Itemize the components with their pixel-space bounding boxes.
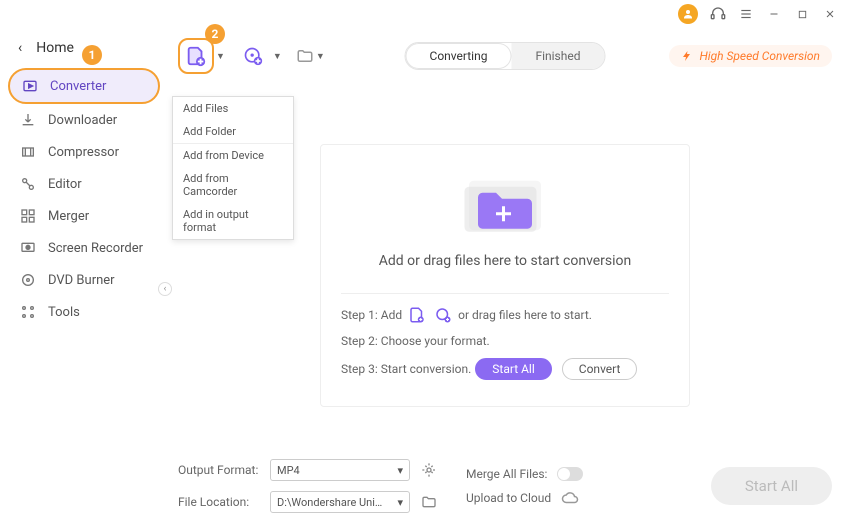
sidebar-item-label: DVD Burner [48,273,115,288]
hsc-label: High Speed Conversion [699,49,820,63]
add-dvd-caret-icon[interactable]: ▼ [273,51,282,62]
sidebar-item-merger[interactable]: Merger [8,200,160,232]
chevron-left-icon: ‹ [18,40,22,56]
menu-add-from-device[interactable]: Add from Device [173,144,293,167]
step1-prefix: Step 1: Add [341,308,402,322]
add-dvd-button[interactable] [235,38,271,74]
chevron-down-icon: ▾ [397,496,403,509]
maximize-icon[interactable] [794,6,810,22]
sidebar-item-label: Editor [48,177,82,192]
step-1: Step 1: Add or drag files here to start. [341,306,669,324]
merge-all-toggle[interactable] [557,467,583,481]
headset-icon[interactable] [710,6,726,22]
add-file-dropdown: Add Files Add Folder Add from Device Add… [172,96,294,240]
output-format-value: MP4 [277,464,300,477]
add-file-mini-icon[interactable] [408,306,426,324]
dvd-burner-icon [20,272,36,288]
callout-1: 1 [82,45,102,65]
step-3: Step 3: Start conversion. Start All Conv… [341,358,669,380]
tab-converting[interactable]: Converting [406,43,512,69]
step-2: Step 2: Choose your format. [341,334,669,348]
topbar: ▼ ▼ ▼ Converting Finished [178,28,832,84]
high-speed-conversion-badge[interactable]: High Speed Conversion [669,45,832,67]
main-panel: ▼ ▼ ▼ Converting Finished [168,28,850,525]
convert-pill-button[interactable]: Convert [562,358,638,380]
add-folder-caret-icon[interactable]: ▼ [316,51,325,62]
file-location-label: File Location: [178,495,260,509]
sidebar-item-downloader[interactable]: Downloader [8,104,160,136]
sidebar-item-label: Tools [48,305,80,320]
folder-plus-icon [460,169,550,239]
status-tabs: Converting Finished [405,42,606,70]
sidebar-item-label: Downloader [48,113,117,128]
settings-gear-icon[interactable] [420,461,438,479]
add-folder-button[interactable] [296,47,314,65]
menu-add-files[interactable]: Add Files [173,97,293,120]
tab-finished[interactable]: Finished [511,43,604,69]
tools-icon [20,304,36,320]
minimize-icon[interactable] [766,6,782,22]
add-file-caret-icon[interactable]: ▼ [216,51,225,62]
output-format-select[interactable]: MP4 ▾ [270,459,410,481]
step1-suffix: or drag files here to start. [458,308,592,322]
start-all-button[interactable]: Start All [711,467,832,505]
editor-icon [20,176,36,192]
chevron-down-icon: ▾ [397,464,403,477]
merge-all-label: Merge All Files: [466,467,547,481]
dropzone-message: Add or drag files here to start conversi… [341,253,669,269]
menu-add-from-camcorder[interactable]: Add from Camcorder [173,167,293,203]
bolt-icon [681,50,693,62]
file-location-select[interactable]: D:\Wondershare UniConverter 1 ▾ [270,491,410,513]
sidebar-item-label: Converter [50,79,106,94]
close-icon[interactable] [822,6,838,22]
add-dvd-mini-icon[interactable] [434,306,452,324]
output-format-label: Output Format: [178,463,260,477]
add-file-button[interactable] [178,38,214,74]
compressor-icon [20,144,36,160]
steps: Step 1: Add or drag files here to start.… [341,293,669,380]
sidebar-item-tools[interactable]: Tools [8,296,160,328]
menu-icon[interactable] [738,6,754,22]
dropzone[interactable]: Add or drag files here to start conversi… [320,144,690,407]
upload-cloud-label: Upload to Cloud [466,491,551,505]
sidebar-item-screen-recorder[interactable]: Screen Recorder [8,232,160,264]
file-location-value: D:\Wondershare UniConverter 1 [277,496,387,509]
converter-icon [22,78,38,94]
merger-icon [20,208,36,224]
step3-text: Step 3: Start conversion. [341,362,471,376]
callout-2: 2 [205,24,225,44]
menu-add-in-output-format[interactable]: Add in output format [173,203,293,239]
window-titlebar [0,0,850,28]
sidebar-item-dvd-burner[interactable]: DVD Burner [8,264,160,296]
sidebar-item-editor[interactable]: Editor [8,168,160,200]
sidebar-item-label: Compressor [48,145,119,160]
sidebar-item-converter[interactable]: Converter [8,68,160,104]
start-all-pill-button[interactable]: Start All [475,358,552,380]
user-avatar-icon[interactable] [678,4,698,24]
sidebar: ‹ Home Converter Downloader Compressor [0,28,168,525]
sidebar-item-compressor[interactable]: Compressor [8,136,160,168]
sidebar-item-label: Screen Recorder [48,241,143,256]
downloader-icon [20,112,36,128]
bottom-bar: Output Format: MP4 ▾ File Location: D:\W… [178,459,832,513]
sidebar-item-label: Merger [48,209,89,224]
open-folder-icon[interactable] [420,493,438,511]
cloud-icon[interactable] [561,491,579,505]
home-label: Home [36,40,74,56]
screen-recorder-icon [20,240,36,256]
menu-add-folder[interactable]: Add Folder [173,120,293,143]
step2-text: Step 2: Choose your format. [341,334,490,348]
